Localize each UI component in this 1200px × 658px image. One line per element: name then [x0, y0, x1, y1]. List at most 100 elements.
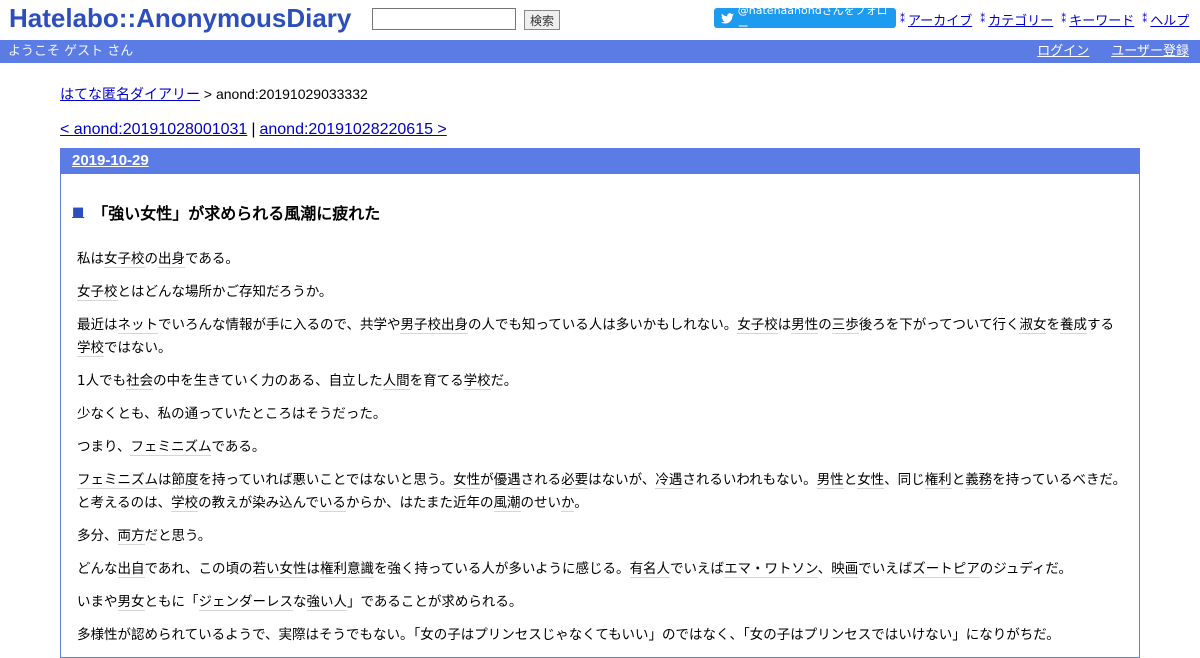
- paragraph-text: 」である: [347, 594, 401, 610]
- nav-help[interactable]: ⁑ ヘルプ: [1142, 10, 1189, 29]
- paragraph-text: 。: [574, 495, 588, 511]
- twitter-bird-icon: [721, 12, 734, 24]
- arrow-icon: ⁑: [980, 14, 986, 25]
- nav-category[interactable]: ⁑ カテゴリー: [980, 10, 1053, 29]
- site-logo[interactable]: Hatelabo::AnonymousDiary: [9, 3, 351, 34]
- keyword-link[interactable]: 学校: [171, 495, 199, 512]
- paragraph-text: 、: [817, 561, 832, 577]
- paragraph-text: の教えが染み込んで: [198, 495, 319, 511]
- keyword-link[interactable]: ズートピア: [912, 561, 980, 578]
- keyword-link[interactable]: いる: [318, 495, 346, 512]
- arrow-icon: ⁑: [1142, 14, 1148, 25]
- keyword-link[interactable]: 女子校: [77, 284, 118, 301]
- paragraph-text: は: [777, 317, 792, 333]
- paragraph-text: の人でも知っている人は多いかもしれない。: [467, 317, 738, 333]
- keyword-link[interactable]: 節度: [171, 472, 199, 489]
- keyword-link[interactable]: 有名人: [629, 561, 671, 578]
- search-button[interactable]: 検索: [524, 10, 561, 30]
- nav-category-link[interactable]: カテゴリー: [988, 10, 1053, 29]
- keyword-link[interactable]: 男子校: [400, 317, 441, 334]
- keyword-link[interactable]: 権利: [924, 472, 952, 489]
- paragraph-text: ともに「: [144, 594, 199, 610]
- nav-keyword-link[interactable]: キーワード: [1069, 10, 1134, 29]
- keyword-link[interactable]: 出身: [158, 251, 185, 268]
- nav-archive[interactable]: ⁑ アーカイブ: [900, 10, 972, 29]
- keyword-link[interactable]: 優遇: [493, 472, 521, 489]
- keyword-link[interactable]: 出身: [440, 317, 468, 334]
- nav-keyword[interactable]: ⁑ キーワード: [1061, 10, 1134, 29]
- paragraph-text: を: [1046, 317, 1060, 333]
- keyword-link[interactable]: 女性: [857, 472, 885, 489]
- follow-label: @hatenaanondさんをフォロー: [737, 4, 888, 33]
- keyword-link[interactable]: 必要: [561, 472, 589, 489]
- keyword-link[interactable]: フェミニズム: [77, 472, 158, 489]
- arrow-icon: ⁑: [900, 14, 905, 25]
- nav-help-link[interactable]: ヘルプ: [1150, 10, 1189, 29]
- keyword-link[interactable]: 社会: [126, 373, 154, 390]
- keyword-link[interactable]: 風潮: [493, 495, 521, 512]
- keyword-link[interactable]: 淑女: [1019, 317, 1047, 334]
- keyword-link[interactable]: ジェンダーレス: [198, 594, 293, 611]
- keyword-link[interactable]: 強い人: [306, 594, 347, 611]
- paragraph-text: が: [480, 472, 494, 488]
- paragraph-text: つまり、: [77, 439, 131, 455]
- keyword-link[interactable]: 出自: [117, 561, 145, 578]
- keyword-link[interactable]: 人間: [382, 373, 410, 390]
- entry-body: 私は女子校の出身である。 女子校とはどんな場所かご存知だろうか。 最近はネットでいろ…: [61, 224, 1139, 647]
- keyword-link[interactable]: 三歩: [831, 317, 859, 334]
- paragraph-text: される: [520, 472, 562, 488]
- entry-paragraph: 1人でも社会の中を生きていく力のある、自立した人間を育てる学校だ。: [77, 370, 1127, 393]
- search-input[interactable]: [372, 8, 516, 30]
- next-entry-link[interactable]: anond:20191028220615 >: [259, 121, 446, 138]
- keyword-link[interactable]: 養成: [1059, 317, 1087, 334]
- breadcrumb: はてな匿名ダイアリー > anond:20191029033332: [60, 84, 1140, 104]
- paragraph-text: と: [951, 472, 966, 488]
- keyword-link[interactable]: 女性: [279, 561, 307, 578]
- entry-paragraph: 少なくとも、私の通っていたところはそうだった。: [77, 403, 1127, 426]
- permalink-mark[interactable]: ■: [72, 205, 84, 220]
- prev-entry-link[interactable]: < anond:20191028001031: [60, 121, 247, 138]
- keyword-link[interactable]: 学校: [463, 373, 491, 390]
- entry-paragraph: どんな出自であれ、この頃の若い女性は権利意識を強く持っている人が多いように感じる…: [77, 558, 1127, 581]
- paragraph-text: であれ、この頃の: [144, 561, 253, 577]
- entry-pager: < anond:20191028001031 | anond:20191028220…: [60, 121, 1140, 139]
- header: Hatelabo::AnonymousDiary 検索 @hatenaanond…: [0, 0, 1200, 40]
- paragraph-text: する: [1086, 317, 1114, 333]
- paragraph-text: 、同じ: [884, 472, 925, 488]
- keyword-link[interactable]: 義務: [965, 472, 993, 489]
- paragraph-text: 1人でも: [77, 373, 127, 389]
- keyword-link[interactable]: 両方: [117, 528, 145, 545]
- breadcrumb-home-link[interactable]: はてな匿名ダイアリー: [60, 86, 200, 102]
- entry-paragraph: フェミニズムは節度を持っていれば悪いことではないと思う。女性が優遇される必要はな…: [77, 469, 1127, 515]
- paragraph-text: な: [293, 594, 307, 610]
- twitter-follow-button[interactable]: @hatenaanondさんをフォロー: [714, 4, 896, 33]
- paragraph-text: ではない。: [104, 340, 172, 356]
- breadcrumb-current: anond:20191029033332: [215, 86, 368, 102]
- paragraph-text: である。: [211, 439, 266, 455]
- paragraph-text: 最近は: [77, 317, 118, 333]
- keyword-link[interactable]: 若い: [252, 561, 280, 578]
- keyword-link[interactable]: ネット: [117, 317, 158, 334]
- entry-paragraph: 私は女子校の出身である。: [77, 248, 1127, 271]
- keyword-link[interactable]: 女性: [453, 472, 481, 489]
- register-link[interactable]: ユーザー登録: [1111, 40, 1189, 63]
- keyword-link[interactable]: 男女: [117, 594, 145, 611]
- keyword-link[interactable]: 学校: [77, 340, 104, 357]
- keyword-link[interactable]: フェミニズム: [130, 439, 212, 456]
- keyword-link[interactable]: か: [561, 495, 575, 512]
- main-content: はてな匿名ダイアリー > anond:20191029033332 < anon…: [60, 80, 1140, 658]
- login-link[interactable]: ログイン: [1037, 40, 1089, 63]
- entry-paragraph: 多分、両方だと思う。: [77, 525, 1127, 548]
- date-link[interactable]: 2019-10-29: [72, 152, 149, 169]
- keyword-link[interactable]: 男性: [791, 317, 819, 334]
- keyword-link[interactable]: 冷遇: [655, 472, 683, 489]
- keyword-link[interactable]: 女子校: [104, 251, 145, 268]
- keyword-link[interactable]: エマ・ワトソン: [724, 561, 818, 578]
- paragraph-text: でいえば: [858, 561, 913, 577]
- keyword-link[interactable]: 男性: [816, 472, 844, 489]
- nav-archive-link[interactable]: アーカイブ: [908, 10, 972, 29]
- keyword-link[interactable]: 女子校: [737, 317, 778, 334]
- keyword-link[interactable]: 権利意識: [320, 561, 374, 578]
- keyword-link[interactable]: 映画: [831, 561, 859, 578]
- paragraph-text: は: [306, 561, 321, 577]
